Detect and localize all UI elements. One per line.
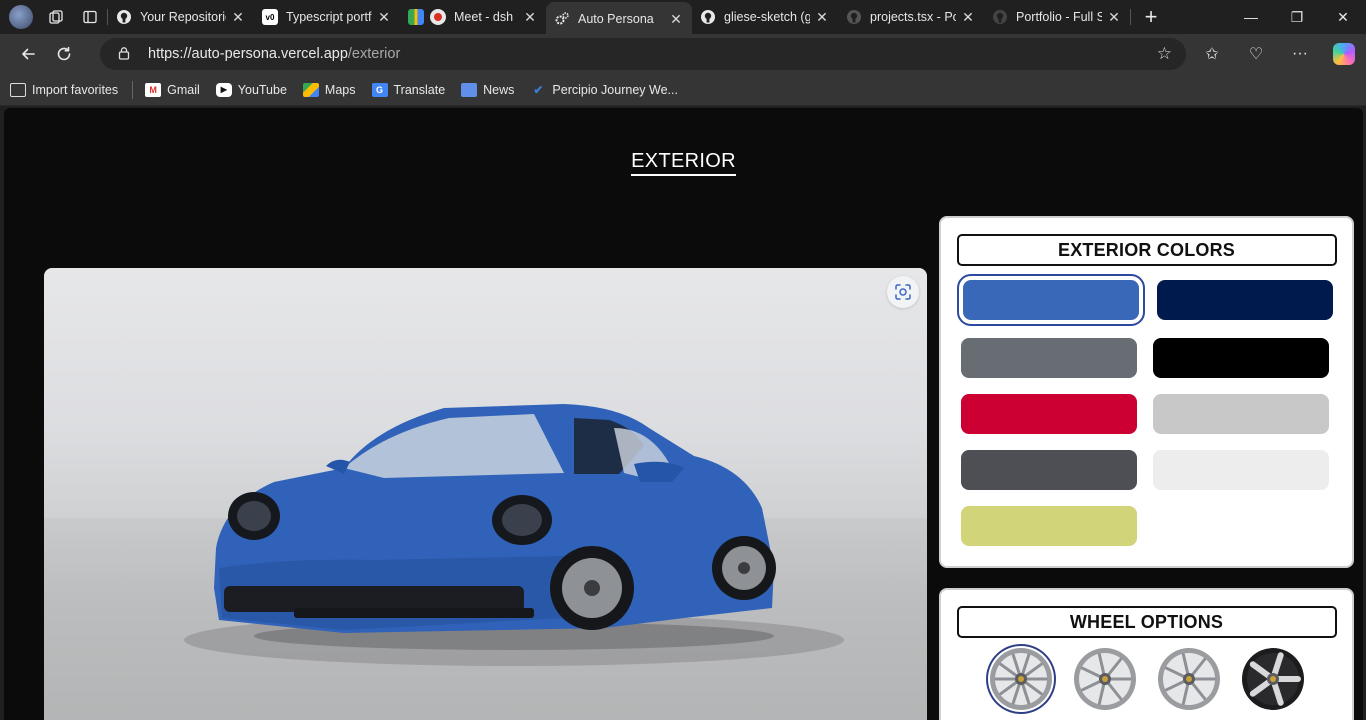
color-swatch-9[interactable] [961, 506, 1137, 546]
bookmark-label: Translate [393, 82, 446, 97]
github-icon [700, 9, 716, 25]
color-swatch-7[interactable] [961, 450, 1137, 490]
wheel-option-1[interactable] [988, 646, 1054, 712]
car-viewer[interactable] [44, 268, 927, 720]
bookmark-label: Maps [324, 82, 356, 97]
maps-icon [302, 82, 319, 97]
tab-title: Meet - dsh [454, 10, 514, 24]
tab-title: Your Repositories [140, 10, 226, 24]
bookmark-youtube[interactable]: ▶ YouTube [215, 82, 287, 97]
bookmark-gmail[interactable]: M Gmail [145, 82, 200, 97]
tab-title: Portfolio - Full S [1016, 10, 1102, 24]
github-icon [846, 9, 862, 25]
page-title: EXTERIOR [4, 150, 1363, 176]
close-window-icon[interactable]: ✕ [1320, 0, 1366, 34]
percipio-icon: ✔ [533, 82, 544, 97]
tab-title: Auto Persona [578, 12, 654, 26]
gmail-icon: M [145, 82, 162, 97]
restore-icon[interactable]: ❐ [1274, 0, 1320, 34]
color-swatch-3[interactable] [961, 338, 1137, 378]
exterior-colors-panel: EXTERIOR COLORS [939, 216, 1354, 568]
vertical-tabs-icon[interactable] [73, 2, 107, 32]
close-icon[interactable]: ✕ [230, 9, 246, 26]
back-arrow-icon[interactable] [10, 38, 46, 70]
github-icon [992, 9, 1008, 25]
close-icon[interactable]: ✕ [1106, 9, 1122, 26]
navigation-bar: https://auto-persona.vercel.app/exterior… [0, 34, 1366, 74]
color-swatch-8[interactable] [1153, 450, 1329, 490]
bookmark-percipio[interactable]: ✔ Percipio Journey We... [530, 83, 678, 97]
color-swatch-2[interactable] [1157, 280, 1333, 320]
page-content: EXTERIOR EXTERIOR COLORS WHEEL OPTIONS [4, 108, 1363, 720]
lock-icon[interactable] [100, 46, 148, 63]
new-tab-button[interactable]: + [1131, 4, 1171, 30]
color-swatch-1[interactable] [957, 274, 1145, 326]
toolbar-right: ✩ ♡ ··· [1190, 34, 1366, 74]
url-text[interactable]: https://auto-persona.vercel.app/exterior [148, 46, 400, 62]
tab-auto-persona[interactable]: Auto Persona ✕ [546, 2, 692, 36]
color-swatch-5[interactable] [961, 394, 1137, 434]
minimize-icon[interactable]: — [1228, 0, 1274, 34]
bookmark-label: Import favorites [32, 82, 119, 97]
bookmark-label: YouTube [237, 82, 287, 97]
exterior-colors-heading: EXTERIOR COLORS [956, 234, 1337, 266]
bookmark-label: News [483, 82, 515, 97]
bookmark-label: Gmail [167, 82, 200, 97]
bookmarks-bar: Import favorites M Gmail ▶ YouTube Maps … [0, 74, 1366, 106]
tab-title: Typescript portfolio [286, 10, 372, 24]
wheel-options-panel: WHEEL OPTIONS [939, 588, 1354, 720]
color-swatch-6[interactable] [1153, 394, 1329, 434]
page-title-text: EXTERIOR [631, 150, 736, 176]
close-icon[interactable]: ✕ [522, 9, 538, 26]
tab-gliese-sketch[interactable]: gliese-sketch (g ✕ [692, 2, 838, 32]
tab-meet[interactable]: Meet - dsh ✕ [400, 2, 546, 32]
url-path: /exterior [347, 46, 401, 62]
bookmark-maps[interactable]: Maps [302, 82, 356, 97]
favorite-star-icon[interactable]: ☆ [1157, 44, 1172, 64]
more-menu-icon[interactable]: ··· [1278, 45, 1322, 63]
browser-essentials-icon[interactable]: ♡ [1234, 44, 1278, 64]
google-meet-icon [408, 9, 424, 25]
refresh-icon[interactable] [46, 38, 82, 70]
bookmark-import-favorites[interactable]: Import favorites [10, 82, 119, 97]
import-icon [10, 82, 26, 97]
news-icon [461, 82, 478, 97]
recording-icon [430, 9, 446, 25]
car-image [184, 404, 844, 666]
bookmark-news[interactable]: News [461, 82, 515, 97]
close-icon[interactable]: ✕ [668, 11, 684, 28]
wheel-option-2[interactable] [1072, 646, 1138, 712]
wheel-option-4[interactable] [1240, 646, 1306, 712]
v0-icon: v0 [262, 9, 278, 25]
tab-title: gliese-sketch (g [724, 10, 810, 24]
tab-title: projects.tsx - Po [870, 10, 956, 24]
close-icon[interactable]: ✕ [814, 9, 830, 26]
address-bar[interactable]: https://auto-persona.vercel.app/exterior… [100, 38, 1186, 70]
url-host: https://auto-persona.vercel.app [148, 46, 348, 62]
gears-icon [554, 11, 570, 27]
tab-typescript-portfolio[interactable]: v0 Typescript portfolio ✕ [254, 2, 400, 32]
translate-icon: G [371, 82, 388, 97]
tab-portfolio-full[interactable]: Portfolio - Full S ✕ [984, 2, 1130, 32]
tab-strip: Your Repositories ✕ v0 Typescript portfo… [0, 0, 1366, 36]
bookmarks-separator [132, 80, 134, 99]
bookmark-label: Percipio Journey We... [552, 82, 678, 97]
close-icon[interactable]: ✕ [960, 9, 976, 26]
favorites-icon[interactable]: ✩ [1190, 44, 1234, 64]
scan-icon [895, 284, 911, 300]
bookmark-translate[interactable]: G Translate [371, 82, 446, 97]
wheel-options-heading: WHEEL OPTIONS [956, 606, 1337, 638]
tab-your-repositories[interactable]: Your Repositories ✕ [108, 2, 254, 32]
copilot-icon[interactable] [1333, 43, 1355, 65]
profile-avatar[interactable] [9, 5, 33, 29]
close-icon[interactable]: ✕ [376, 9, 392, 26]
github-icon [116, 9, 132, 25]
workspaces-icon[interactable] [39, 2, 73, 32]
youtube-icon: ▶ [215, 82, 232, 97]
color-swatch-4[interactable] [1153, 338, 1329, 378]
window-controls: — ❐ ✕ [1228, 0, 1366, 34]
wheel-option-3[interactable] [1156, 646, 1222, 712]
fullscreen-button[interactable] [887, 276, 919, 308]
tab-projects-tsx[interactable]: projects.tsx - Po ✕ [838, 2, 984, 32]
